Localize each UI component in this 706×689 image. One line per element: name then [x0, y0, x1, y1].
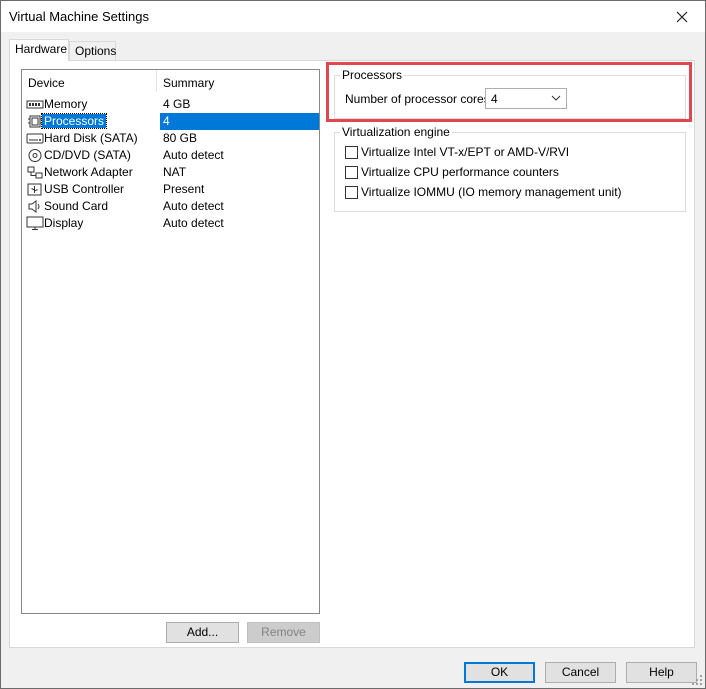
device-row-hard-disk[interactable]: Hard Disk (SATA) 80 GB [22, 130, 319, 147]
hard-disk-icon [26, 133, 44, 144]
monitor-icon [26, 216, 44, 230]
tab-options[interactable]: Options [69, 41, 116, 61]
selection-highlight [160, 113, 319, 130]
title-bar: Virtual Machine Settings [1, 1, 705, 32]
device-name: USB Controller [44, 182, 125, 196]
virtualization-group-title: Virtualization engine [340, 125, 452, 139]
checkbox-row-vt-x[interactable]: Virtualize Intel VT-x/EPT or AMD-V/RVI [345, 145, 645, 161]
network-adapter-icon [27, 166, 43, 179]
column-header-summary[interactable]: Summary [163, 76, 214, 90]
device-name: Network Adapter [44, 165, 133, 179]
device-name: Display [44, 216, 84, 230]
close-icon [676, 11, 688, 23]
resize-grip-icon[interactable] [691, 674, 703, 686]
remove-device-button[interactable]: Remove [247, 622, 320, 643]
checkbox-row-iommu[interactable]: Virtualize IOMMU (IO memory management u… [345, 185, 645, 201]
device-row-processors[interactable]: Processors 4 [22, 113, 319, 130]
column-header-device[interactable]: Device [28, 76, 65, 90]
checkbox-row-perf-counters[interactable]: Virtualize CPU performance counters [345, 165, 645, 181]
cd-dvd-icon [28, 149, 42, 162]
device-summary: Auto detect [163, 199, 224, 213]
device-row-usb-controller[interactable]: USB Controller Present [22, 181, 319, 198]
window-title: Virtual Machine Settings [9, 9, 149, 24]
device-name: Hard Disk (SATA) [44, 131, 138, 145]
device-summary: 4 [163, 114, 170, 128]
add-device-button[interactable]: Add... [166, 622, 239, 643]
iommu-checkbox[interactable] [345, 186, 358, 199]
device-name: CD/DVD (SATA) [44, 148, 131, 162]
perf-counters-label: Virtualize CPU performance counters [361, 165, 559, 179]
device-summary: 4 GB [163, 97, 191, 111]
device-list-header: Device Summary [22, 70, 319, 94]
help-button[interactable]: Help [626, 662, 697, 683]
vt-x-checkbox[interactable] [345, 146, 358, 159]
device-row-sound-card[interactable]: Sound Card Auto detect [22, 198, 319, 215]
vm-settings-window: Virtual Machine Settings Hardware Option… [0, 0, 706, 689]
device-row-cd-dvd[interactable]: CD/DVD (SATA) Auto detect [22, 147, 319, 164]
processors-highlight-outline [326, 62, 692, 122]
device-summary: Auto detect [163, 148, 224, 162]
device-name: Memory [44, 97, 88, 111]
cancel-button[interactable]: Cancel [545, 662, 616, 683]
device-row-display[interactable]: Display Auto detect [22, 215, 319, 232]
device-list[interactable]: Device Summary Memory 4 GB Processors 4 [21, 69, 320, 614]
column-divider[interactable] [156, 70, 157, 92]
device-name: Processors [40, 113, 108, 129]
device-name: Sound Card [44, 199, 109, 213]
ok-button[interactable]: OK [464, 662, 535, 683]
device-row-memory[interactable]: Memory 4 GB [22, 96, 319, 113]
vt-x-label: Virtualize Intel VT-x/EPT or AMD-V/RVI [361, 145, 570, 159]
speaker-icon [28, 200, 40, 213]
device-row-network-adapter[interactable]: Network Adapter NAT [22, 164, 319, 181]
device-summary: Auto detect [163, 216, 224, 230]
perf-counters-checkbox[interactable] [345, 166, 358, 179]
device-summary: Present [163, 182, 205, 196]
usb-icon [27, 183, 42, 196]
tab-hardware[interactable]: Hardware [9, 39, 69, 61]
iommu-label: Virtualize IOMMU (IO memory management u… [361, 185, 622, 199]
close-button[interactable] [659, 1, 705, 32]
memory-icon [26, 100, 44, 109]
device-summary: NAT [163, 165, 187, 179]
device-summary: 80 GB [163, 131, 198, 145]
